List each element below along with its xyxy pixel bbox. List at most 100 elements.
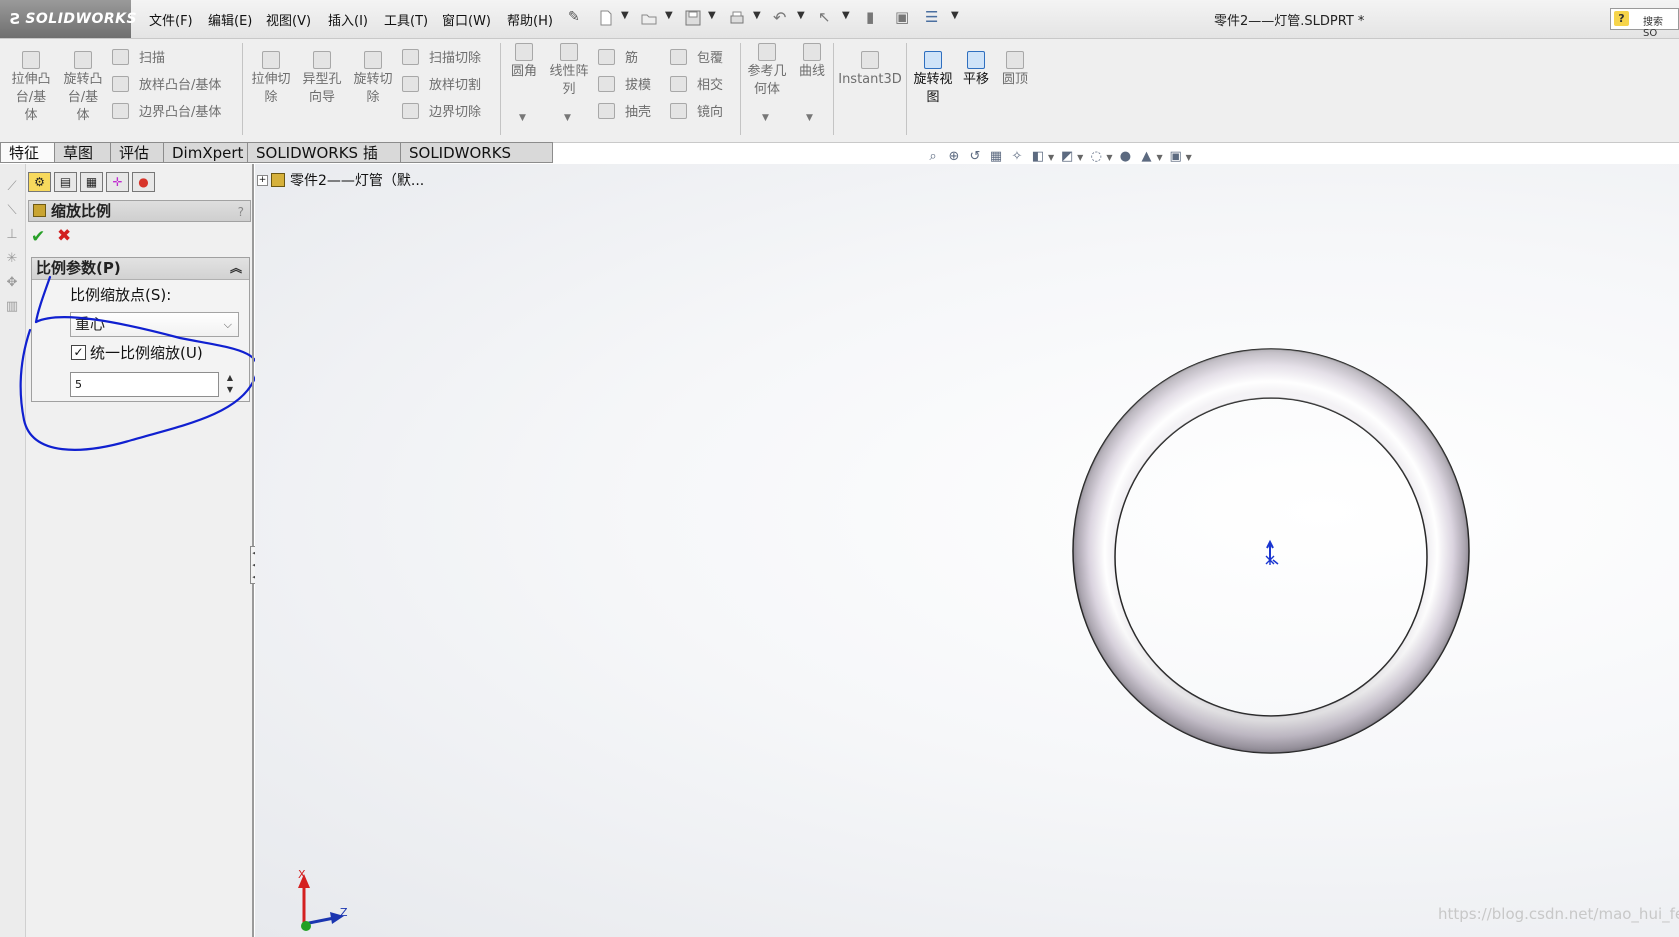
- scene-dropdown-icon[interactable]: ▼: [1156, 153, 1162, 162]
- property-manager-tab-icon[interactable]: ▤: [54, 172, 77, 192]
- mirror-icon: [670, 102, 687, 119]
- feature-manager-tab-icon[interactable]: ⚙: [28, 172, 51, 192]
- loft-boss-button[interactable]: 放样凸台/基体: [112, 74, 221, 93]
- menu-tools[interactable]: 工具(T): [384, 10, 428, 29]
- solidworks-logo[interactable]: Ƨ SOLIDWORKS: [0, 0, 137, 38]
- view-orientation-dropdown-icon[interactable]: ▼: [1048, 153, 1054, 162]
- tab-solidworks-addins[interactable]: SOLIDWORKS 插件: [248, 142, 401, 183]
- mirror-button[interactable]: 镜向: [670, 101, 723, 120]
- display-manager-tab-icon[interactable]: ●: [132, 172, 155, 192]
- curves-button[interactable]: 曲线: [794, 43, 830, 81]
- help-question-icon: ?: [1614, 11, 1629, 26]
- zoom-to-area-icon[interactable]: ⊕: [946, 149, 962, 165]
- tab-features[interactable]: 特征: [0, 142, 55, 163]
- boundary-cut-button[interactable]: 边界切除: [402, 101, 481, 120]
- hole-wizard-button[interactable]: 异型孔 向导: [299, 51, 345, 107]
- axis-icon[interactable]: ⊥: [5, 228, 19, 242]
- dome-button[interactable]: 圆顶: [997, 51, 1033, 89]
- previous-view-icon[interactable]: ↺: [967, 149, 983, 165]
- part-name: 零件2——灯管（默...: [290, 173, 425, 189]
- save-icon[interactable]: [684, 9, 702, 27]
- rib-button[interactable]: 筋: [598, 47, 638, 66]
- options-icon[interactable]: ☰: [925, 8, 938, 26]
- display-style-dropdown-icon[interactable]: ▼: [1077, 153, 1083, 162]
- fillet-icon: [515, 43, 533, 61]
- menu-window[interactable]: 窗口(W): [442, 10, 491, 29]
- view-settings-icon[interactable]: ▣: [1168, 149, 1184, 165]
- ok-button[interactable]: ✔: [31, 227, 45, 247]
- sweep-cut-button[interactable]: 扫描切除: [402, 47, 481, 66]
- view-settings-dropdown-icon[interactable]: ▼: [1186, 153, 1192, 162]
- tab-dimxpert[interactable]: DimXpert: [164, 142, 248, 163]
- reference-dropdown-icon[interactable]: ▼: [762, 113, 769, 123]
- extrude-boss-button[interactable]: 拉伸凸 台/基 体: [8, 51, 54, 125]
- print-icon[interactable]: [728, 9, 746, 27]
- help-search-text: 搜索 SO: [1643, 17, 1663, 39]
- sketch-line-icon[interactable]: ⟋: [5, 180, 19, 194]
- wrap-button[interactable]: 包覆: [670, 47, 723, 66]
- help-icon[interactable]: ?: [238, 202, 244, 222]
- new-dropdown-icon[interactable]: ▼: [621, 10, 629, 21]
- tab-sketch[interactable]: 草图: [55, 142, 111, 163]
- boundary-cut-icon: [402, 102, 419, 119]
- select-dropdown-icon[interactable]: ▼: [842, 10, 850, 21]
- loft-cut-button[interactable]: 放样切割: [402, 74, 481, 93]
- expand-icon[interactable]: +: [257, 174, 268, 186]
- menu-file[interactable]: 文件(F): [149, 10, 193, 29]
- dynamic-annotation-icon[interactable]: ✧: [1009, 149, 1025, 165]
- feature-tree-root[interactable]: + 零件2——灯管（默...: [257, 170, 424, 190]
- cancel-button[interactable]: ✖: [57, 226, 71, 246]
- draft-icon: [598, 75, 615, 92]
- instant3d-button[interactable]: Instant3D: [837, 51, 903, 89]
- display-style-icon[interactable]: ◩: [1059, 149, 1075, 165]
- fillet-dropdown-icon[interactable]: ▼: [519, 113, 526, 123]
- menu-view[interactable]: 视图(V): [266, 10, 311, 29]
- pan-icon: [967, 51, 985, 69]
- dimxpert-manager-tab-icon[interactable]: ✛: [106, 172, 129, 192]
- revolve-cut-button[interactable]: 旋转切 除: [350, 51, 396, 107]
- save-dropdown-icon[interactable]: ▼: [708, 10, 716, 21]
- apply-scene-icon[interactable]: ▲: [1138, 149, 1154, 165]
- open-dropdown-icon[interactable]: ▼: [665, 10, 673, 21]
- view-orientation-icon[interactable]: ◧: [1030, 149, 1046, 165]
- revolve-boss-button[interactable]: 旋转凸 台/基 体: [60, 51, 106, 125]
- help-search-box[interactable]: ? 搜索 SO: [1610, 8, 1679, 39]
- reference-geometry-button[interactable]: 参考几 何体: [744, 43, 790, 99]
- sketch-tool-icon[interactable]: ⟍: [5, 204, 19, 218]
- tab-evaluate[interactable]: 评估: [111, 142, 164, 163]
- file-properties-icon[interactable]: ▣: [895, 8, 909, 26]
- menu-insert[interactable]: 插入(I): [328, 10, 368, 29]
- undo-dropdown-icon[interactable]: ▼: [797, 10, 805, 21]
- configuration-manager-tab-icon[interactable]: ▦: [80, 172, 103, 192]
- linear-pattern-button[interactable]: 线性阵 列: [545, 43, 593, 99]
- shell-button[interactable]: 抽壳: [598, 101, 651, 120]
- options-dropdown-icon[interactable]: ▼: [951, 10, 959, 21]
- zoom-to-fit-icon[interactable]: ⌕: [925, 149, 941, 165]
- new-document-icon[interactable]: [597, 9, 615, 27]
- open-icon[interactable]: [640, 9, 658, 27]
- sweep-button[interactable]: 扫描: [112, 47, 165, 66]
- intersect-button[interactable]: 相交: [670, 74, 723, 93]
- edit-appearance-icon[interactable]: ●: [1117, 149, 1133, 165]
- undo-icon[interactable]: ↶: [773, 8, 786, 27]
- rebuild-icon[interactable]: ▮: [866, 8, 874, 26]
- section-view-icon[interactable]: ▦: [988, 149, 1004, 165]
- loft-cut-icon: [402, 75, 419, 92]
- fillet-button[interactable]: 圆角: [505, 43, 543, 81]
- hide-show-dropdown-icon[interactable]: ▼: [1106, 153, 1112, 162]
- menu-help[interactable]: 帮助(H): [507, 10, 553, 29]
- tab-solidworks-mbd[interactable]: SOLIDWORKS MBD: [401, 142, 553, 183]
- wrap-icon: [670, 48, 687, 65]
- rotate-view-button[interactable]: 旋转视 图: [910, 51, 956, 107]
- boundary-boss-button[interactable]: 边界凸台/基体: [112, 101, 221, 120]
- draft-button[interactable]: 拔模: [598, 74, 651, 93]
- pattern-dropdown-icon[interactable]: ▼: [564, 113, 571, 123]
- menu-edit[interactable]: 编辑(E): [208, 10, 252, 29]
- pin-icon[interactable]: ✎: [568, 9, 580, 25]
- hide-show-items-icon[interactable]: ◌: [1088, 149, 1104, 165]
- pan-button[interactable]: 平移: [960, 51, 992, 89]
- print-dropdown-icon[interactable]: ▼: [753, 10, 761, 21]
- extrude-cut-button[interactable]: 拉伸切 除: [248, 51, 294, 107]
- curves-dropdown-icon[interactable]: ▼: [806, 113, 813, 123]
- select-cursor-icon[interactable]: ↖: [818, 8, 831, 26]
